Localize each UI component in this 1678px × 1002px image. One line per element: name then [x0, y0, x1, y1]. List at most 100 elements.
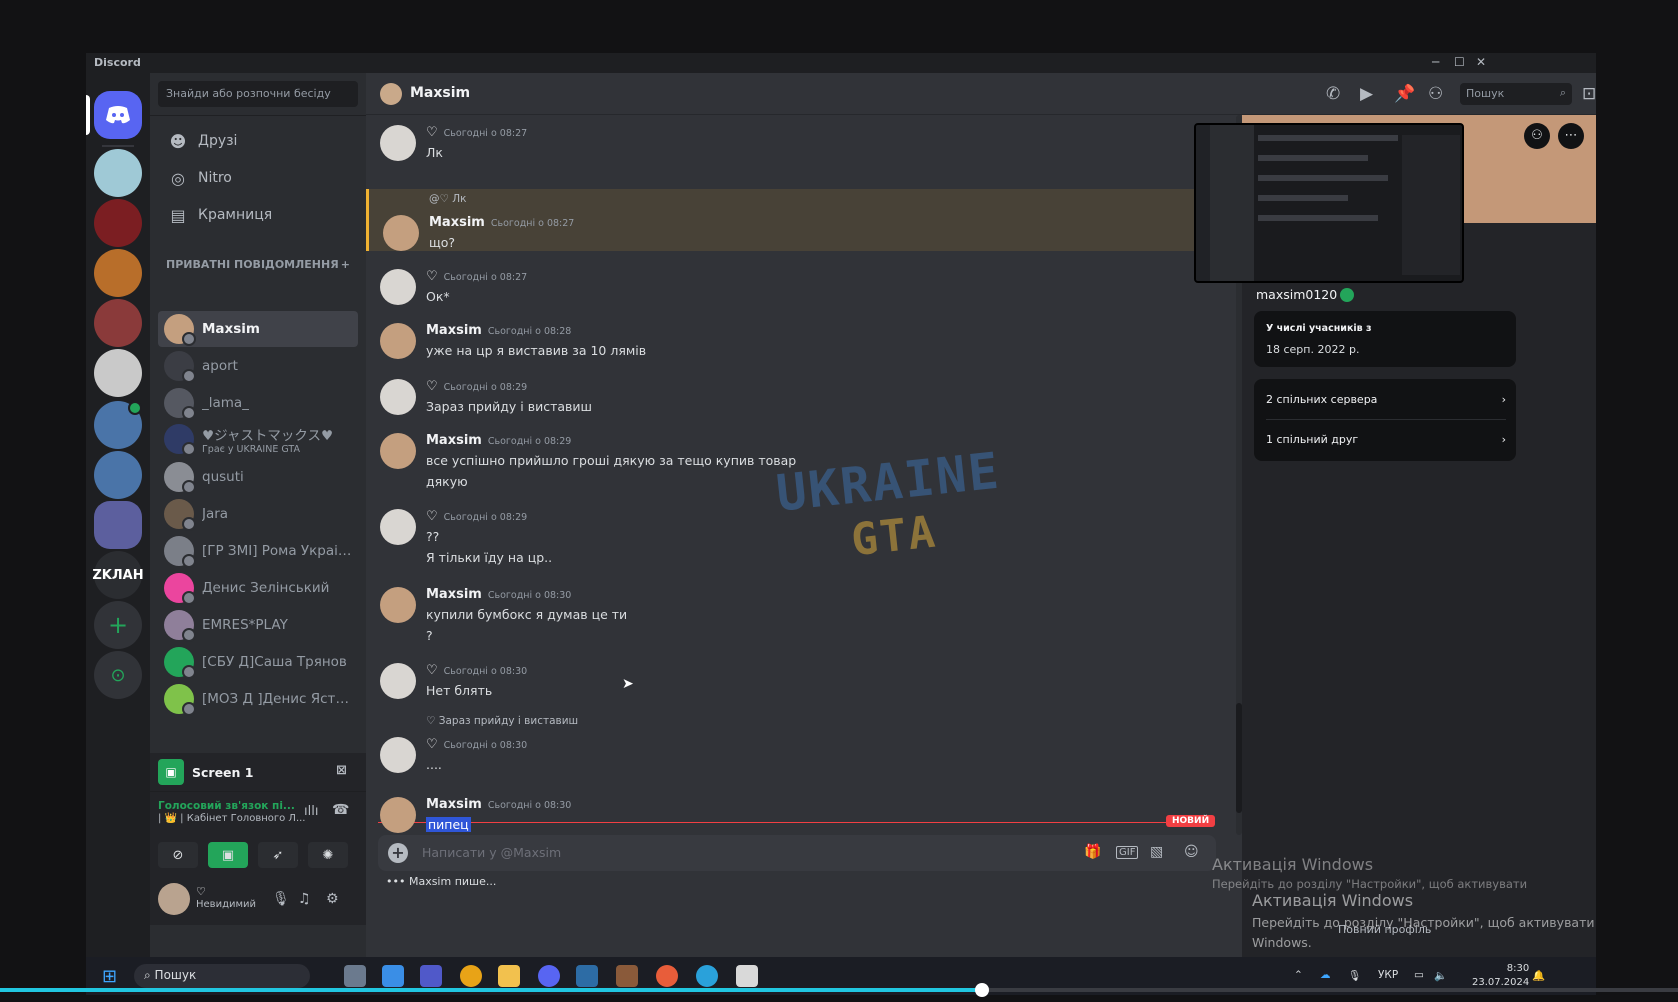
mic-tray-icon[interactable]: 🎙 — [1348, 969, 1361, 982]
dm-item[interactable]: [СБУ Д]Саша Трянов — [158, 644, 358, 680]
message-avatar[interactable] — [380, 587, 416, 623]
message[interactable]: @♡ Лк Maxsim Сьогодні о 08:27 що? — [366, 189, 1236, 251]
dm-item[interactable]: _lama_ — [158, 385, 358, 421]
more-options-icon[interactable]: ⋯ — [1558, 123, 1584, 149]
notification-bell-icon[interactable]: 🔔 — [1532, 969, 1545, 982]
dm-item[interactable]: EMRES*PLAY — [158, 607, 358, 643]
minimize-icon[interactable]: ─ — [1432, 55, 1439, 69]
app-icon-4[interactable] — [656, 965, 678, 987]
gif-icon[interactable]: GIF — [1116, 846, 1139, 859]
message-author[interactable]: Maxsim — [426, 433, 482, 448]
dm-item[interactable]: ♥ジャストマックス♥ Грає у UKRAINE GTA — [158, 421, 358, 457]
video-call-icon[interactable]: ▶ — [1360, 84, 1373, 104]
noise-suppression-icon[interactable]: ıllı — [304, 804, 318, 819]
message[interactable]: ♡ Сьогодні о 08:27 Ок* — [366, 263, 1236, 313]
video-progress-knob[interactable] — [974, 983, 989, 997]
message-avatar[interactable] — [380, 125, 416, 161]
emoji-icon[interactable]: ☺ — [1184, 844, 1199, 860]
mutual-friends-row[interactable]: 1 спільний друг › — [1266, 433, 1506, 446]
server-icon-3[interactable] — [94, 249, 142, 297]
task-view-icon[interactable] — [344, 965, 366, 987]
add-friend-icon[interactable]: ⚇ — [1428, 84, 1443, 104]
taskbar-clock[interactable]: 8:30 23.07.2024 — [1472, 962, 1529, 990]
dm-item[interactable]: Денис Зелінський — [158, 570, 358, 606]
message-author[interactable]: ♡ — [426, 509, 438, 524]
server-icon-4[interactable] — [94, 299, 142, 347]
file-explorer-icon[interactable] — [498, 965, 520, 987]
app-icon-1[interactable] — [382, 965, 404, 987]
message-avatar[interactable] — [380, 379, 416, 415]
message[interactable]: Maxsim Сьогодні о 08:30 пипец — [366, 791, 1236, 841]
mutual-servers-row[interactable]: 2 спільних сервера › — [1266, 393, 1506, 406]
server-icon-7[interactable] — [94, 451, 142, 499]
message-avatar[interactable] — [380, 433, 416, 469]
message-avatar[interactable] — [380, 323, 416, 359]
server-icon-6[interactable] — [94, 401, 142, 449]
app-icon-5[interactable] — [736, 965, 758, 987]
dm-item[interactable]: [МОЗ Д ]Денис Ястріб — [158, 681, 358, 717]
server-icon-zklan[interactable]: ZKЛАН — [92, 551, 144, 599]
message-author[interactable]: Maxsim — [426, 587, 482, 602]
nav-shop[interactable]: ▤ Крамниця — [158, 197, 358, 233]
home-button[interactable] — [94, 91, 142, 139]
camera-off-button[interactable]: ⊘ — [158, 842, 198, 868]
onedrive-icon[interactable]: ☁ — [1320, 969, 1331, 981]
microphone-icon[interactable]: 🎙 — [272, 891, 290, 907]
share-screen-button[interactable]: ▣ — [208, 842, 248, 868]
pin-icon[interactable]: 📌 — [1394, 84, 1415, 104]
message[interactable]: ♡ Сьогодні о 08:29 Зараз прийду і виставиш — [366, 373, 1236, 423]
message-avatar[interactable] — [380, 663, 416, 699]
server-icon-1[interactable] — [94, 149, 142, 197]
message-author[interactable]: Maxsim — [429, 215, 485, 230]
gift-icon[interactable]: 🎁 — [1084, 844, 1101, 860]
discord-taskbar-icon[interactable] — [538, 965, 560, 987]
message-author[interactable]: ♡ — [426, 125, 438, 140]
tray-chevron-icon[interactable]: ⌃ — [1294, 969, 1303, 981]
nav-nitro[interactable]: ◎ Nitro — [158, 160, 358, 196]
server-folder[interactable] — [94, 501, 142, 549]
message-avatar[interactable] — [380, 737, 416, 773]
activity-button[interactable]: ➶ — [258, 842, 298, 868]
message-author[interactable]: ♡ — [426, 379, 438, 394]
server-icon-2[interactable] — [94, 199, 142, 247]
volume-icon[interactable]: 🔈 — [1434, 969, 1447, 982]
app-icon-3[interactable] — [616, 965, 638, 987]
sticker-icon[interactable]: ▧ — [1150, 844, 1163, 860]
add-friend-icon[interactable]: ⚇ — [1524, 123, 1550, 149]
settings-gear-icon[interactable]: ⚙ — [326, 891, 339, 907]
dm-search-input[interactable]: Знайди або розпочни бесіду — [158, 81, 358, 107]
dm-item[interactable]: aport — [158, 348, 358, 384]
message-avatar[interactable] — [380, 269, 416, 305]
user-avatar[interactable] — [158, 883, 190, 915]
disconnect-icon[interactable]: ☎ — [332, 802, 349, 818]
message[interactable]: ♡ Сьогодні о 08:30 Нет блять — [366, 657, 1236, 707]
chrome-icon[interactable] — [460, 965, 482, 987]
recipient-name[interactable]: Maxsim — [410, 85, 470, 101]
language-indicator[interactable]: УКР — [1378, 969, 1398, 981]
inbox-icon[interactable]: ⊡ — [1582, 84, 1596, 104]
header-search-input[interactable]: Пошук ⌕ — [1460, 83, 1572, 105]
voice-call-icon[interactable]: ✆ — [1326, 84, 1340, 104]
message[interactable]: ♡ Зараз прийду і виставиш ♡ Сьогодні о 08:… — [366, 711, 1236, 773]
message-author[interactable]: Maxsim — [426, 797, 482, 812]
screen-share-preview[interactable] — [1194, 123, 1464, 283]
app-icon-2[interactable] — [576, 965, 598, 987]
dm-item[interactable]: qusuti — [158, 459, 358, 495]
headphones-icon[interactable]: ♫ — [298, 891, 311, 907]
message-avatar[interactable] — [380, 509, 416, 545]
reply-preview[interactable]: @♡ Лк — [429, 193, 467, 205]
telegram-icon[interactable] — [696, 965, 718, 987]
soundboard-button[interactable]: ✺ — [308, 842, 348, 868]
windows-start-icon[interactable]: ⊞ — [102, 966, 117, 987]
teams-icon[interactable] — [420, 965, 442, 987]
discover-button[interactable]: ⊙ — [94, 651, 142, 699]
message-avatar[interactable] — [380, 797, 416, 833]
reply-preview[interactable]: ♡ Зараз прийду і виставиш — [426, 715, 578, 727]
taskbar-search[interactable]: ⌕ Пошук — [134, 964, 310, 988]
close-icon[interactable]: ✕ — [1476, 55, 1486, 69]
message[interactable]: Maxsim Сьогодні о 08:30 купили бумбокс я д… — [366, 581, 1236, 645]
message-author[interactable]: Maxsim — [426, 323, 482, 338]
message-avatar[interactable] — [383, 215, 419, 251]
nav-friends[interactable]: ☻ Друзі — [158, 123, 358, 159]
voice-status[interactable]: Голосовий зв'язок пі... — [158, 800, 295, 812]
